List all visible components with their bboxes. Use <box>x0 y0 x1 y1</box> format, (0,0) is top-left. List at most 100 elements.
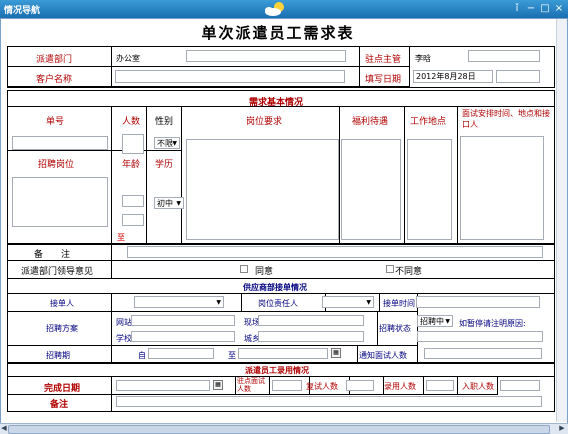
calendar-icon[interactable]: ▦ <box>213 380 223 390</box>
education-select-value: 初中 <box>157 199 173 208</box>
pause-reason-input[interactable] <box>417 331 543 342</box>
col-count-label: 人数 <box>122 117 141 127</box>
notify-label: 通知面试人数 <box>359 351 407 360</box>
date-label: 填写日期 <box>365 75 402 85</box>
col-req-label: 岗位要求 <box>246 117 283 127</box>
owner-label: 岗位责任人 <box>258 299 298 308</box>
age-from-input[interactable] <box>122 195 144 207</box>
remark-label: 备 注 <box>34 250 71 260</box>
chevron-down-icon: ▼ <box>366 299 371 306</box>
opinion-label: 派遣部门领导意见 <box>21 267 94 277</box>
horizontal-scrollbar[interactable]: ◀ ▶ <box>0 423 568 434</box>
welfare-textarea[interactable] <box>341 139 401 240</box>
fill-date-extra[interactable] <box>496 70 540 83</box>
post-textarea[interactable] <box>12 177 108 227</box>
pause-note-label: 如暂停请注明原因: <box>459 319 526 328</box>
supervisor-field[interactable] <box>468 50 540 62</box>
field-input[interactable] <box>258 315 364 326</box>
minimize-button[interactable]: − <box>524 2 538 15</box>
dept-label: 派遣部门 <box>36 55 73 65</box>
hire-section-header: 派遣员工录用情况 <box>245 366 309 375</box>
receiver-select[interactable]: ▼ <box>134 296 224 308</box>
website-label: 网站 <box>116 318 132 327</box>
dept-value: 办公室 <box>116 54 140 63</box>
count-input[interactable] <box>122 134 144 154</box>
chevron-down-icon: ▼ <box>445 318 450 325</box>
age-to-label: 至 <box>117 233 125 242</box>
website-input[interactable] <box>131 315 235 326</box>
receive-time-label: 接单时间 <box>383 299 415 308</box>
finish-date-input[interactable] <box>116 380 210 391</box>
dept-field[interactable] <box>186 50 346 62</box>
close-button[interactable]: × <box>552 2 566 15</box>
col-welfare-label: 福利待遇 <box>352 117 389 127</box>
order-no-input[interactable] <box>12 136 108 150</box>
client-label: 客户名称 <box>36 75 73 85</box>
col-no-label: 单号 <box>46 117 65 127</box>
chevron-down-icon: ▼ <box>176 200 181 207</box>
city-input[interactable] <box>258 331 364 342</box>
fill-date-input[interactable]: 2012年8月28日 <box>413 70 493 83</box>
notify-count-input[interactable] <box>424 348 542 359</box>
joined-input[interactable] <box>500 380 540 391</box>
period-from-label: 自 <box>138 351 146 360</box>
scroll-right-icon[interactable]: ▶ <box>558 424 566 433</box>
scroll-left-icon[interactable]: ◀ <box>0 424 8 433</box>
receive-time-input[interactable] <box>416 296 540 308</box>
basic-section-header: 需求基本情况 <box>249 98 304 108</box>
status-select-value: 招聘中 <box>420 317 444 326</box>
reinterview-input[interactable] <box>346 380 374 391</box>
period-to-input[interactable] <box>238 348 328 359</box>
finish-date-label: 完成日期 <box>44 384 81 394</box>
col-gender-label: 性别 <box>155 117 174 127</box>
education-select[interactable]: 初中 ▼ <box>154 197 184 209</box>
plan-label: 招聘方案 <box>46 324 78 333</box>
status-label: 招聘状态 <box>379 324 411 333</box>
school-label: 学校 <box>116 334 132 343</box>
school-input[interactable] <box>131 331 235 342</box>
disagree-checkbox[interactable] <box>386 265 394 273</box>
gender-select-value: 不限 <box>157 139 173 148</box>
cloud-sun-logo-icon <box>265 2 284 16</box>
remark-input[interactable] <box>127 246 543 258</box>
window-titlebar: 情况导航 ǐ − □ × <box>0 0 568 19</box>
hire-note-label: 备注 <box>50 400 69 410</box>
post-requirements-textarea[interactable] <box>186 139 339 240</box>
supervisor-label: 驻点主管 <box>365 55 402 65</box>
hire-note-input[interactable] <box>116 396 542 407</box>
col-age-label: 年龄 <box>122 160 141 170</box>
agree-label: 同意 <box>255 267 274 277</box>
window-title: 情况导航 <box>4 6 41 16</box>
period-to-label: 至 <box>228 351 236 360</box>
help-icon[interactable]: ǐ <box>510 2 524 15</box>
hired-input[interactable] <box>426 380 454 391</box>
joined-label: 入职人数 <box>462 382 494 391</box>
status-select[interactable]: 招聘中 ▼ <box>417 315 453 327</box>
maximize-button[interactable]: □ <box>538 2 552 15</box>
client-name-input[interactable] <box>115 70 345 83</box>
calendar-icon[interactable]: ▦ <box>331 348 341 358</box>
age-to-input[interactable] <box>122 214 144 226</box>
reinterview-label: 复试人数 <box>306 382 338 391</box>
onsite-count-label: 驻点面试人数 <box>237 377 265 393</box>
owner-select[interactable]: ▼ <box>322 296 374 308</box>
supervisor-value: 李晗 <box>415 54 431 63</box>
chevron-down-icon: ▼ <box>216 299 221 306</box>
hired-label: 录用人数 <box>384 382 416 391</box>
gender-select[interactable]: 不限 ▼ <box>154 137 180 149</box>
agree-checkbox[interactable] <box>240 265 248 273</box>
col-interview-label: 面试安排时间、地点和接口人 <box>462 109 550 129</box>
col-post-label: 招聘岗位 <box>38 160 75 170</box>
page-title: 单次派遣员工需求表 <box>201 24 355 42</box>
period-label: 招聘期 <box>46 351 70 360</box>
supplier-section-header: 供应商部接单情况 <box>243 283 307 292</box>
disagree-label: 不同意 <box>395 267 423 277</box>
interview-arrangement-textarea[interactable] <box>460 136 544 240</box>
period-from-input[interactable] <box>148 348 214 359</box>
onsite-count-input[interactable] <box>272 380 302 391</box>
work-place-textarea[interactable] <box>407 139 452 240</box>
vertical-scrollbar[interactable] <box>556 19 567 422</box>
chevron-down-icon: ▼ <box>172 140 177 147</box>
col-place-label: 工作地点 <box>410 117 447 127</box>
col-edu-label: 学历 <box>155 160 174 170</box>
